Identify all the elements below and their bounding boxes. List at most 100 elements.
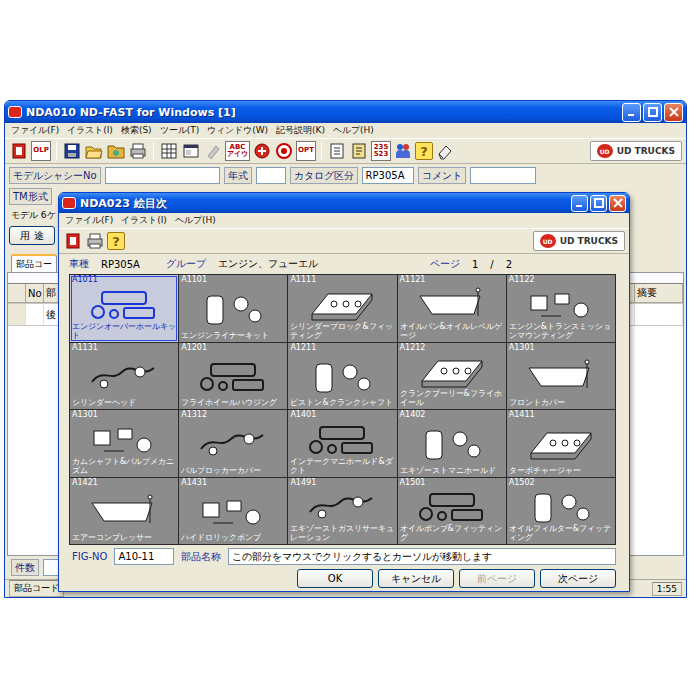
cell-code: A1201 [181, 344, 285, 353]
cell-art [509, 487, 613, 525]
part-drawing-icon [193, 358, 273, 394]
close-button[interactable] [664, 103, 683, 122]
window-icon [182, 142, 200, 160]
toolbar-button[interactable] [327, 141, 347, 161]
menu-item[interactable]: 記号説明(K) [276, 124, 325, 137]
menu-item[interactable]: ウィンドウ(W) [207, 124, 268, 137]
cell-art [290, 487, 394, 525]
minimize-button[interactable] [622, 103, 641, 122]
target-icon [275, 142, 293, 160]
illustration-cell[interactable]: A1211ピストン&クランクシャフト [288, 343, 396, 410]
toolbar-button[interactable] [85, 231, 105, 251]
field-input[interactable] [470, 167, 536, 184]
toolbar-button[interactable] [252, 141, 272, 161]
illustration-cell[interactable]: A1011エンジンオーバーホールキット [70, 275, 178, 342]
toolbar-button[interactable] [181, 141, 201, 161]
dialog-button[interactable]: OK [297, 569, 373, 588]
logo-text: UD TRUCKS [617, 146, 675, 156]
illustration-cell[interactable]: A1212クランクプーリー&フライホイール [398, 343, 506, 410]
toolbar-button[interactable] [84, 141, 104, 161]
logo-text: UD TRUCKS [560, 236, 618, 246]
toolbar-button[interactable] [159, 141, 179, 161]
toolbar-button[interactable]: ABCアイウ [225, 141, 250, 161]
toolbar-button[interactable] [349, 141, 369, 161]
button-row: OKキャンセル前ページ次ページ [69, 569, 616, 588]
illustration-cell[interactable]: A1131シリンダーヘッド [70, 343, 178, 410]
illustration-cell[interactable]: A1122エンジン&トランスミッションマウンティング [507, 275, 615, 342]
part-drawing-icon [412, 286, 492, 322]
dialog-button[interactable]: 次ページ [540, 569, 616, 588]
toolbar-button[interactable] [393, 141, 413, 161]
toolbar-button[interactable] [435, 141, 455, 161]
use-button[interactable]: 用 途 [9, 226, 55, 245]
toolbar-separator [153, 142, 154, 160]
illustration-cell[interactable]: A1312バルブロッカーカバー [179, 410, 287, 477]
illustration-cell[interactable]: A1491エキゾーストガスリサーキュレーション [288, 478, 396, 545]
field-input[interactable] [105, 167, 220, 184]
illustration-cell[interactable]: A1421エアーコンプレッサー [70, 478, 178, 545]
illustration-cell[interactable]: A1301フロントカバー [507, 343, 615, 410]
illustration-cell[interactable]: A1301カムシャフト&バルブメカニズム [70, 410, 178, 477]
illustration-cell[interactable]: A1431ハイドロリックポンプ [179, 478, 287, 545]
window-controls [622, 103, 683, 122]
part-drawing-icon [302, 286, 382, 322]
menu-item[interactable]: ツール(T) [160, 124, 200, 137]
group-label: グループ [166, 257, 206, 271]
help-button[interactable]: ? [415, 142, 433, 160]
help-button[interactable]: ? [107, 232, 125, 250]
toolbar-button[interactable] [274, 141, 294, 161]
close-button[interactable] [609, 195, 626, 212]
field-input[interactable] [256, 167, 286, 184]
menu-item[interactable]: イラスト(I) [67, 124, 113, 137]
group-value: エンジン、フューエル [218, 257, 318, 271]
field-input[interactable]: RP305A [362, 167, 414, 184]
toolbar-button[interactable] [9, 141, 29, 161]
cell-art [400, 285, 504, 323]
header-cell[interactable]: 摘要 [635, 284, 683, 303]
minimize-button[interactable] [571, 195, 588, 212]
toolbar-button[interactable] [62, 141, 82, 161]
title-bar[interactable]: NDA010 ND-FAST for Windows [1] [5, 101, 686, 123]
toolbar-button[interactable] [106, 141, 126, 161]
illustration-cell[interactable]: A1411ターボチャージャー [507, 410, 615, 477]
illustration-cell[interactable]: A1201フライホイールハウジング [179, 343, 287, 410]
menu-item[interactable]: ヘルプ(H) [175, 214, 216, 227]
page-value: 1 [472, 259, 478, 270]
cell-art [400, 420, 504, 467]
maximize-button[interactable] [590, 195, 607, 212]
menu-item[interactable]: ファイル(F) [11, 124, 59, 137]
tab[interactable]: 部品コー [11, 254, 57, 272]
illustration-cell[interactable]: A1101エンジンライナーキット [179, 275, 287, 342]
maximize-button[interactable] [643, 103, 662, 122]
fig-label: FIG-NO [69, 551, 110, 562]
illustration-cell[interactable]: A1401インテークマニホールド&ダクト [288, 410, 396, 477]
menu-item[interactable]: イラスト(I) [121, 214, 167, 227]
field-label: 年式 [224, 167, 252, 184]
toolbar-button[interactable] [128, 141, 148, 161]
menu-item[interactable]: ヘルプ(H) [333, 124, 374, 137]
dialog-button[interactable]: キャンセル [378, 569, 454, 588]
fig-row: FIG-NOA10-11部品名称この部分をマウスでクリックするとカーソルが移動し… [69, 548, 616, 565]
cell-code: A1411 [509, 411, 613, 420]
toolbar-button[interactable] [203, 141, 223, 161]
illustration-cell[interactable]: A1402エキゾーストマニホールド [398, 410, 506, 477]
menu-item[interactable]: ファイル(F) [65, 214, 113, 227]
toolbar-button[interactable] [63, 231, 83, 251]
part-drawing-icon [412, 425, 492, 461]
toolbar-button[interactable]: OLP [31, 141, 51, 161]
toolbar-button[interactable]: OPT [296, 141, 316, 161]
fig-input[interactable]: A10-11 [114, 548, 174, 565]
cell-code: A1101 [181, 276, 285, 285]
header-cell[interactable]: No [26, 284, 44, 303]
illustration-cell[interactable]: A1111シリンダーブロック&フィッティング [288, 275, 396, 342]
illustration-cell[interactable]: A1502オイルフィルター&フィッティング [507, 478, 615, 545]
toolbar-button[interactable]: 235523 [371, 141, 391, 161]
cell-art [400, 352, 504, 390]
dialog-title-bar[interactable]: NDA023 絵目次 [59, 193, 629, 213]
illustration-grid: A1011エンジンオーバーホールキットA1101エンジンライナーキットA1111… [69, 274, 616, 545]
cell-label: オイルポンプ&フィッティング [400, 525, 504, 543]
status-right: 1:55 [652, 582, 682, 596]
illustration-cell[interactable]: A1121オイルパン&オイルレベルゲージ [398, 275, 506, 342]
menu-item[interactable]: 検索(S) [121, 124, 152, 137]
illustration-cell[interactable]: A1501オイルポンプ&フィッティング [398, 478, 506, 545]
